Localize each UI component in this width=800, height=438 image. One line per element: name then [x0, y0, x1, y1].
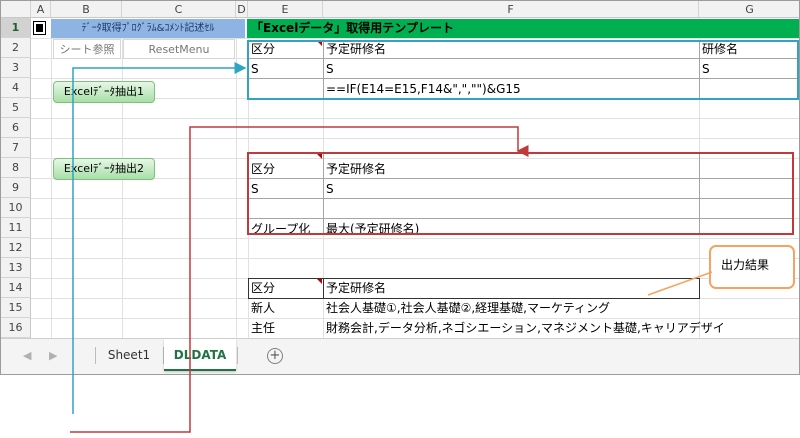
tab-dldata[interactable]: DLDATA — [164, 339, 236, 371]
cell-e14[interactable]: 区分 — [248, 278, 323, 298]
triangle-right-icon[interactable]: ▶ — [49, 349, 57, 362]
gridline — [236, 18, 237, 338]
excel-data-extract-2-button[interactable]: Excelﾃﾞｰﾀ抽出2 — [53, 158, 155, 180]
cell-f9[interactable]: S — [323, 179, 699, 199]
cell-f4-formula[interactable]: ==IF(E14=E15,F14&",","")&G15 — [323, 79, 699, 99]
cell-f14[interactable]: 予定研修名 — [323, 278, 699, 298]
cell-g2[interactable]: 研修名 — [699, 39, 799, 59]
template-title-cell[interactable]: 「Excelデータ」取得用テンプレート — [247, 19, 799, 38]
cell-f11[interactable]: 最大(予定研修名) — [323, 219, 699, 239]
sheet-tab-bar: ◀ ▶ Sheet1 DLDATA + — [1, 338, 799, 374]
excel-data-extract-1-button[interactable]: Excelﾃﾞｰﾀ抽出1 — [53, 81, 155, 103]
row-header-16[interactable]: 16 — [1, 318, 31, 338]
callout-label: 出力結果 — [721, 258, 770, 272]
table-rule — [699, 278, 700, 299]
cell-e2[interactable]: 区分 — [248, 39, 323, 59]
row-header-12[interactable]: 12 — [1, 238, 31, 258]
spreadsheet-window: A B C D E F G 1 2 3 4 5 6 7 8 9 10 11 12… — [0, 0, 800, 375]
column-header-g[interactable]: G — [699, 1, 799, 18]
row-header-15[interactable]: 15 — [1, 298, 31, 318]
triangle-left-icon[interactable]: ◀ — [23, 349, 31, 362]
sheet-reference-button[interactable]: シート参照 — [53, 39, 121, 59]
cell-f16[interactable]: 財務会計,データ分析,ネゴシエーション,マネジメント基礎,キャリアデザイン — [323, 318, 723, 338]
program-comment-cell[interactable]: ﾃﾞｰﾀ取得ﾌﾟﾛｸﾞﾗﾑ&ｺﾒﾝﾄ記述ｾﾙ — [51, 19, 245, 38]
column-header-e[interactable]: E — [248, 1, 323, 18]
row-header-7[interactable]: 7 — [1, 138, 31, 158]
cell-f3[interactable]: S — [323, 59, 699, 79]
cell-g3[interactable]: S — [699, 59, 799, 79]
cell-e11[interactable]: グループ化 — [248, 219, 323, 239]
gridline — [31, 118, 799, 119]
cell-f2[interactable]: 予定研修名 — [323, 39, 699, 59]
row-header-6[interactable]: 6 — [1, 118, 31, 138]
tab-sheet1[interactable]: Sheet1 — [96, 339, 162, 371]
row-header-13[interactable]: 13 — [1, 258, 31, 278]
selected-cell-a1[interactable] — [33, 21, 46, 35]
cell-e3[interactable]: S — [248, 59, 323, 79]
row-header-8[interactable]: 8 — [1, 158, 31, 178]
cell-f8[interactable]: 予定研修名 — [323, 159, 699, 179]
plus-circle-icon[interactable]: + — [267, 348, 283, 364]
row-header-1[interactable]: 1 — [1, 18, 31, 38]
column-header-b[interactable]: B — [51, 1, 122, 18]
cell-f15[interactable]: 社会人基礎①,社会人基礎②,経理基礎,マーケティング — [323, 298, 699, 318]
row-header-11[interactable]: 11 — [1, 218, 31, 238]
column-header-c[interactable]: C — [122, 1, 236, 18]
cell-e9[interactable]: S — [248, 179, 323, 199]
output-result-callout: 出力結果 — [709, 245, 795, 289]
cell-e15[interactable]: 新人 — [248, 298, 323, 318]
gridline — [31, 258, 799, 259]
row-header-9[interactable]: 9 — [1, 178, 31, 198]
row-header-10[interactable]: 10 — [1, 198, 31, 218]
reset-menu-button[interactable]: ResetMenu — [123, 39, 235, 59]
gridline — [31, 138, 799, 139]
row-header-3[interactable]: 3 — [1, 58, 31, 78]
tab-separator — [237, 347, 238, 364]
column-header-f[interactable]: F — [323, 1, 699, 18]
column-header-a[interactable]: A — [31, 1, 51, 18]
row-header-5[interactable]: 5 — [1, 98, 31, 118]
row-header-14[interactable]: 14 — [1, 278, 31, 298]
select-all-corner[interactable] — [1, 1, 31, 18]
row-header-2[interactable]: 2 — [1, 38, 31, 58]
cell-e16[interactable]: 主任 — [248, 318, 323, 338]
table-rule — [699, 154, 700, 234]
cell-e8[interactable]: 区分 — [248, 159, 323, 179]
gridline — [51, 18, 52, 338]
row-header-4[interactable]: 4 — [1, 78, 31, 98]
column-header-d[interactable]: D — [236, 1, 248, 18]
